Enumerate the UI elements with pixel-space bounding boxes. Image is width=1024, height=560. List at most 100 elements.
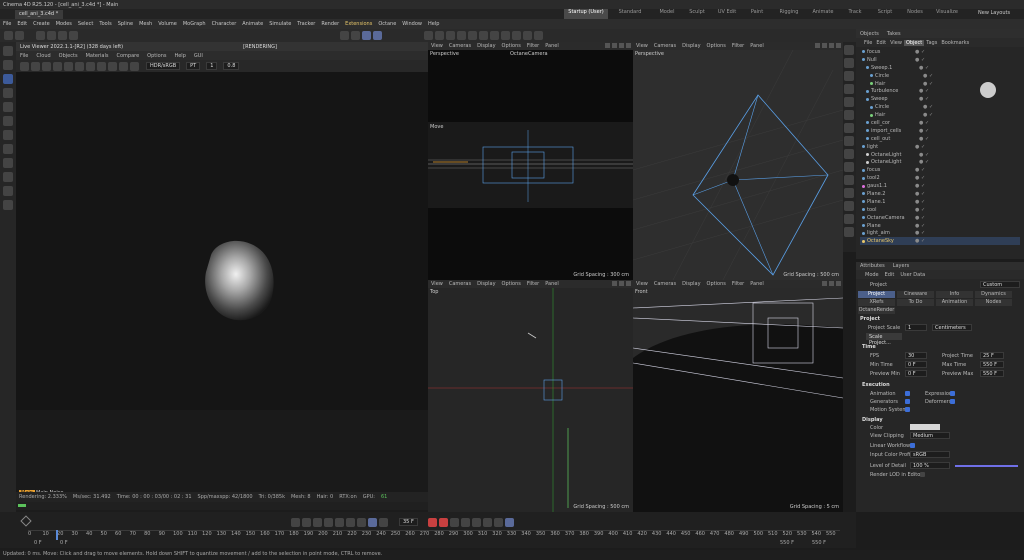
key-param-icon[interactable] (493, 517, 503, 527)
null-icon[interactable] (844, 58, 854, 68)
lv-menu-materials[interactable]: Materials (82, 53, 113, 59)
light-icon[interactable] (534, 31, 543, 40)
lod-slider[interactable] (955, 465, 1018, 467)
list-item[interactable]: Turbulence ● ✓ (860, 87, 1020, 95)
layout-startup[interactable]: Startup (User) (564, 9, 608, 19)
go-start-icon[interactable] (291, 517, 300, 527)
list-item[interactable]: tool2 ● ✓ (860, 174, 1020, 182)
current-frame-field[interactable]: 35 F (399, 518, 418, 526)
preset-select[interactable]: Custom (980, 281, 1020, 288)
scale-icon[interactable] (3, 102, 13, 112)
om-menu-object[interactable]: Object (903, 39, 925, 46)
list-item[interactable]: cell_out ● ✓ (860, 135, 1020, 143)
key-selection-icon[interactable] (449, 517, 459, 527)
vp-maximize-icon[interactable] (836, 281, 841, 286)
vp-menu-view[interactable]: View (428, 43, 446, 49)
vp-menu-display[interactable]: Display (474, 281, 498, 287)
layout-standard[interactable]: Standard (608, 9, 652, 19)
field-icon[interactable] (844, 149, 854, 159)
camera-icon[interactable] (523, 31, 532, 40)
vp-zoom-icon[interactable] (829, 281, 834, 286)
viewport-top[interactable]: View Cameras Display Options Filter Pane… (428, 280, 633, 512)
list-item[interactable]: Hair ● ✓ (860, 80, 1020, 88)
redo-icon[interactable] (15, 31, 24, 40)
timeline-preview-end[interactable]: 550 F (780, 540, 794, 546)
vp-zoom-icon[interactable] (822, 43, 827, 48)
vp-move-icon[interactable] (822, 281, 827, 286)
vp-menu-display[interactable]: Display (679, 43, 703, 49)
vp-menu-filter[interactable]: Filter (524, 281, 542, 287)
list-item[interactable]: gaus1.1 ● ✓ (860, 182, 1020, 190)
menu-animate[interactable]: Animate (239, 21, 266, 27)
vp-menu-cameras[interactable]: Cameras (651, 281, 679, 287)
key-pla-icon[interactable] (504, 517, 514, 527)
key-rotation-icon[interactable] (471, 517, 481, 527)
tab-todo[interactable]: To Do (897, 299, 934, 306)
lv-menu-cloud[interactable]: Cloud (32, 53, 54, 59)
list-item[interactable]: Hair ● ✓ (860, 111, 1020, 119)
key-scale-icon[interactable] (482, 517, 492, 527)
deformers-checkbox[interactable] (950, 399, 955, 404)
tab-cineware[interactable]: Cineware (897, 291, 934, 298)
scale-project-button[interactable]: Scale Project... (866, 333, 902, 346)
prev-key-icon[interactable] (302, 517, 311, 527)
new-layouts-button[interactable]: New Layouts (978, 10, 1010, 16)
expressions-checkbox[interactable] (950, 391, 955, 396)
axis-z-icon[interactable] (58, 31, 67, 40)
vp-menu-panel[interactable]: Panel (747, 281, 767, 287)
layout-visualize[interactable]: Visualize (930, 9, 964, 19)
pen-icon[interactable] (457, 31, 466, 40)
list-item[interactable]: Plane ● ✓ (860, 222, 1020, 230)
lv-menu-compare[interactable]: Compare (112, 53, 143, 59)
layout-track[interactable]: Track (840, 9, 870, 19)
vp-menu-view[interactable]: View (428, 281, 446, 287)
tab-info[interactable]: Info (936, 291, 973, 298)
character-icon[interactable] (844, 214, 854, 224)
record-icon[interactable] (427, 517, 437, 527)
axis-x-icon[interactable] (36, 31, 45, 40)
timeline-ruler[interactable]: 0 10 20 30 40 50 60 70 80 90 100 110 120 130 140 150 160… (28, 530, 840, 540)
vp-move-icon[interactable] (605, 43, 610, 48)
layout-nodes[interactable]: Nodes (900, 9, 930, 19)
vp-menu-view[interactable]: View (633, 281, 651, 287)
vp-maximize-icon[interactable] (836, 43, 841, 48)
prev-frame-icon[interactable] (313, 517, 322, 527)
menu-simulate[interactable]: Simulate (266, 21, 294, 27)
list-item[interactable]: OctaneLight ● ✓ (860, 158, 1020, 166)
subdivision-icon[interactable] (468, 31, 477, 40)
list-item[interactable]: Plane.2 ● ✓ (860, 190, 1020, 198)
list-item[interactable]: Circle ● ✓ (860, 103, 1020, 111)
tab-nodes[interactable]: Nodes (975, 299, 1012, 306)
om-menu-view[interactable]: View (888, 40, 904, 46)
zoom-field[interactable]: 0.8 (223, 62, 240, 70)
project-scale-unit[interactable]: Centimeters (932, 324, 972, 331)
list-item[interactable]: Sweep ● ✓ (860, 95, 1020, 103)
playhead[interactable] (56, 530, 58, 540)
menu-help[interactable]: Help (425, 21, 442, 27)
deformer-icon[interactable] (844, 110, 854, 120)
view-clipping-select[interactable]: Medium (910, 432, 950, 439)
list-item[interactable]: light_aim ● ✓ (860, 229, 1020, 237)
lv-send-scene-icon[interactable] (20, 61, 29, 71)
sound-icon[interactable] (379, 517, 388, 527)
lv-stop-icon[interactable] (53, 61, 62, 71)
tab-layers[interactable]: Layers (889, 263, 914, 269)
frame-field[interactable]: 1 (206, 62, 218, 70)
lv-menu-objects[interactable]: Objects (55, 53, 82, 59)
menu-edit[interactable]: Edit (14, 21, 30, 27)
vp-menu-display[interactable]: Display (679, 281, 703, 287)
lv-region-icon[interactable] (75, 61, 84, 71)
menu-create[interactable]: Create (30, 21, 53, 27)
lod-field[interactable]: 100 % (910, 462, 950, 469)
vp-menu-cameras[interactable]: Cameras (446, 43, 474, 49)
list-item[interactable]: OctaneSky ● ✓ (860, 237, 1020, 246)
layout-script[interactable]: Script (870, 9, 900, 19)
vp-maximize-icon[interactable] (626, 43, 631, 48)
tab-dynamics[interactable]: Dynamics (975, 291, 1012, 298)
paint-icon[interactable] (3, 172, 13, 182)
list-item[interactable]: focus ● ✓ (860, 48, 1020, 56)
list-item[interactable]: Null ● ✓ (860, 56, 1020, 64)
lv-menu-help[interactable]: Help (170, 53, 189, 59)
max-time-field[interactable]: 550 F (980, 361, 1004, 368)
viewport-perspective[interactable]: View Cameras Display Options Filter Pane… (633, 42, 843, 280)
